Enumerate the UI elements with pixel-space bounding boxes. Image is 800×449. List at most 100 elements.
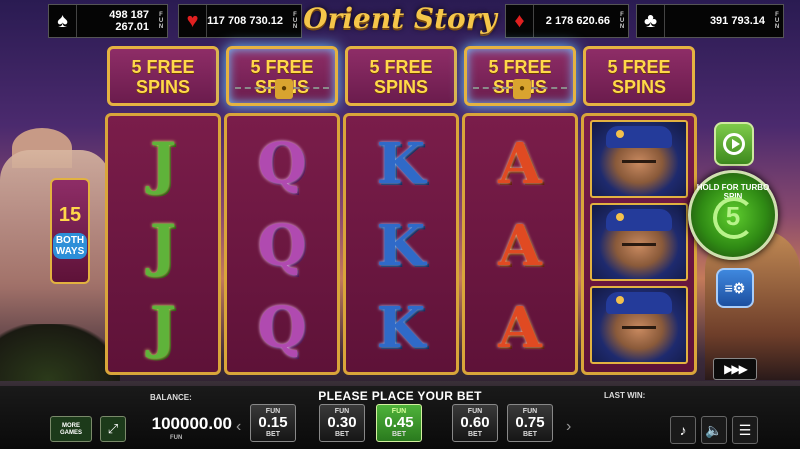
symbol-q: Q (257, 131, 307, 197)
prince-portrait-symbol (590, 203, 688, 281)
free-spins-count: 5 FREE (607, 57, 671, 77)
fullscreen-icon: ⤢ (107, 421, 119, 436)
bet-value: 0.15 (258, 414, 288, 431)
padlock-icon: ● (513, 79, 531, 99)
last-win-label: LAST WIN: (604, 391, 646, 400)
symbol-j: J (149, 131, 177, 197)
turbo-button[interactable]: ▶▶▶ (713, 358, 757, 380)
settings-icon: ≡⚙ (724, 280, 746, 296)
bet-value: 0.75 (515, 414, 545, 431)
bet-label: BET (392, 431, 406, 438)
jackpot-value: 2 178 620.66 (545, 15, 610, 27)
game-logo: Orient Story (303, 2, 497, 35)
reel-5 (581, 113, 697, 375)
balance-label: BALANCE: (150, 393, 192, 402)
bet-value: 0.45 (384, 414, 414, 431)
jackpot-value: 117 708 730.12 (207, 15, 283, 27)
status-message: PLEASE PLACE YOUR BET (318, 389, 482, 403)
free-spins-header-1: 5 FREE SPINS (107, 46, 219, 106)
jackpot-heart: ♥ 117 708 730.12 FUN (178, 4, 302, 38)
both-label: BOTH (55, 235, 85, 246)
both-ways-label: BOTH WAYS (53, 233, 87, 259)
spade-icon: ♠ (49, 5, 77, 37)
bet-value: 0.30 (327, 414, 357, 431)
free-spins-count: 5 FREE (488, 57, 552, 77)
games-label: GAMES (59, 430, 82, 436)
symbol-q: Q (257, 213, 307, 279)
ways-label: WAYS (55, 246, 85, 257)
bet-option[interactable]: FUN 0.60 BET (452, 404, 498, 442)
reel-1: J J J (105, 113, 221, 375)
spin-button[interactable]: HOLD FOR TURBO SPIN 5 (688, 170, 778, 260)
balance-value: 100000.00 (151, 414, 232, 433)
free-spins-count: 5 FREE (369, 57, 433, 77)
symbol-a: A (498, 213, 542, 279)
bet-next-arrow-icon[interactable]: › (566, 418, 571, 436)
free-spins-count: 5 FREE (250, 57, 314, 77)
ways-badge: 15 BOTH WAYS (50, 178, 90, 284)
symbol-j: J (149, 295, 177, 361)
free-spins-label: SPINS (373, 77, 429, 97)
prince-portrait-symbol (590, 286, 688, 364)
bet-label: BET (266, 431, 280, 438)
menu-button[interactable]: ☰ (732, 416, 758, 444)
music-button[interactable]: ♪ (670, 416, 696, 444)
prince-portrait-symbol (590, 120, 688, 198)
turban-gem (616, 213, 624, 221)
free-spins-header-4: 5 FREE SPINS ● (464, 46, 576, 106)
turban (606, 292, 672, 314)
reel-2: Q Q Q (224, 113, 340, 375)
jackpot-club: ♣ 391 793.14 FUN (636, 4, 784, 38)
face (622, 326, 656, 330)
free-spins-label: SPINS (135, 77, 191, 97)
free-spins-header-3: 5 FREE SPINS (345, 46, 457, 106)
symbol-k: K (376, 213, 426, 279)
jackpot-currency: FUN (619, 12, 625, 30)
jackpot-spade: ♠ 498 187 267.01 FUN (48, 4, 168, 38)
padlock-icon: ● (275, 79, 293, 99)
jackpot-currency: FUN (774, 12, 780, 30)
turban (606, 209, 672, 231)
jackpot-diamond: ♦ 2 178 620.66 FUN (505, 4, 629, 38)
face (622, 243, 656, 247)
turban-gem (616, 130, 624, 138)
more-label: MORE (62, 423, 80, 429)
autoplay-button[interactable] (714, 122, 754, 166)
bet-label: BET (523, 431, 537, 438)
autoplay-icon (723, 133, 745, 155)
free-spins-count: 5 FREE (131, 57, 195, 77)
free-spins-header-2: 5 FREE SPINS ● (226, 46, 338, 106)
symbol-j: J (149, 213, 177, 279)
symbol-k: K (376, 131, 426, 197)
bet-option-selected[interactable]: FUN 0.45 BET (376, 404, 422, 442)
reel-4: A A A (462, 113, 578, 375)
bet-option[interactable]: FUN 0.15 BET (250, 404, 296, 442)
bet-label: BET (335, 431, 349, 438)
spin-count: 5 (725, 201, 741, 231)
music-note-icon: ♪ (679, 422, 687, 438)
balance-unit: FUN (170, 435, 183, 441)
symbol-a: A (498, 131, 542, 197)
jackpot-currency: FUN (158, 12, 164, 30)
club-icon: ♣ (637, 5, 665, 37)
bet-option[interactable]: FUN 0.75 BET (507, 404, 553, 442)
sound-button[interactable]: 🔈 (701, 416, 727, 444)
turban-gem (616, 296, 624, 304)
fullscreen-button[interactable]: ⤢ (100, 416, 126, 442)
heart-icon: ♥ (179, 5, 207, 37)
bet-value: 0.60 (460, 414, 490, 431)
face (622, 160, 656, 164)
jackpot-value: 498 187 267.01 (109, 9, 149, 33)
ways-count: 15 (58, 204, 82, 226)
reel-3: K K K (343, 113, 459, 375)
symbol-q: Q (257, 295, 307, 361)
settings-button[interactable]: ≡⚙ (716, 268, 754, 308)
bet-prev-arrow-icon[interactable]: ‹ (236, 418, 241, 436)
bet-label: BET (468, 431, 482, 438)
turban (606, 126, 672, 148)
speaker-icon: 🔈 (705, 422, 723, 438)
symbol-k: K (376, 295, 426, 361)
more-games-button[interactable]: MORE GAMES (50, 416, 92, 442)
bet-option[interactable]: FUN 0.30 BET (319, 404, 365, 442)
diamond-icon: ♦ (506, 5, 534, 37)
